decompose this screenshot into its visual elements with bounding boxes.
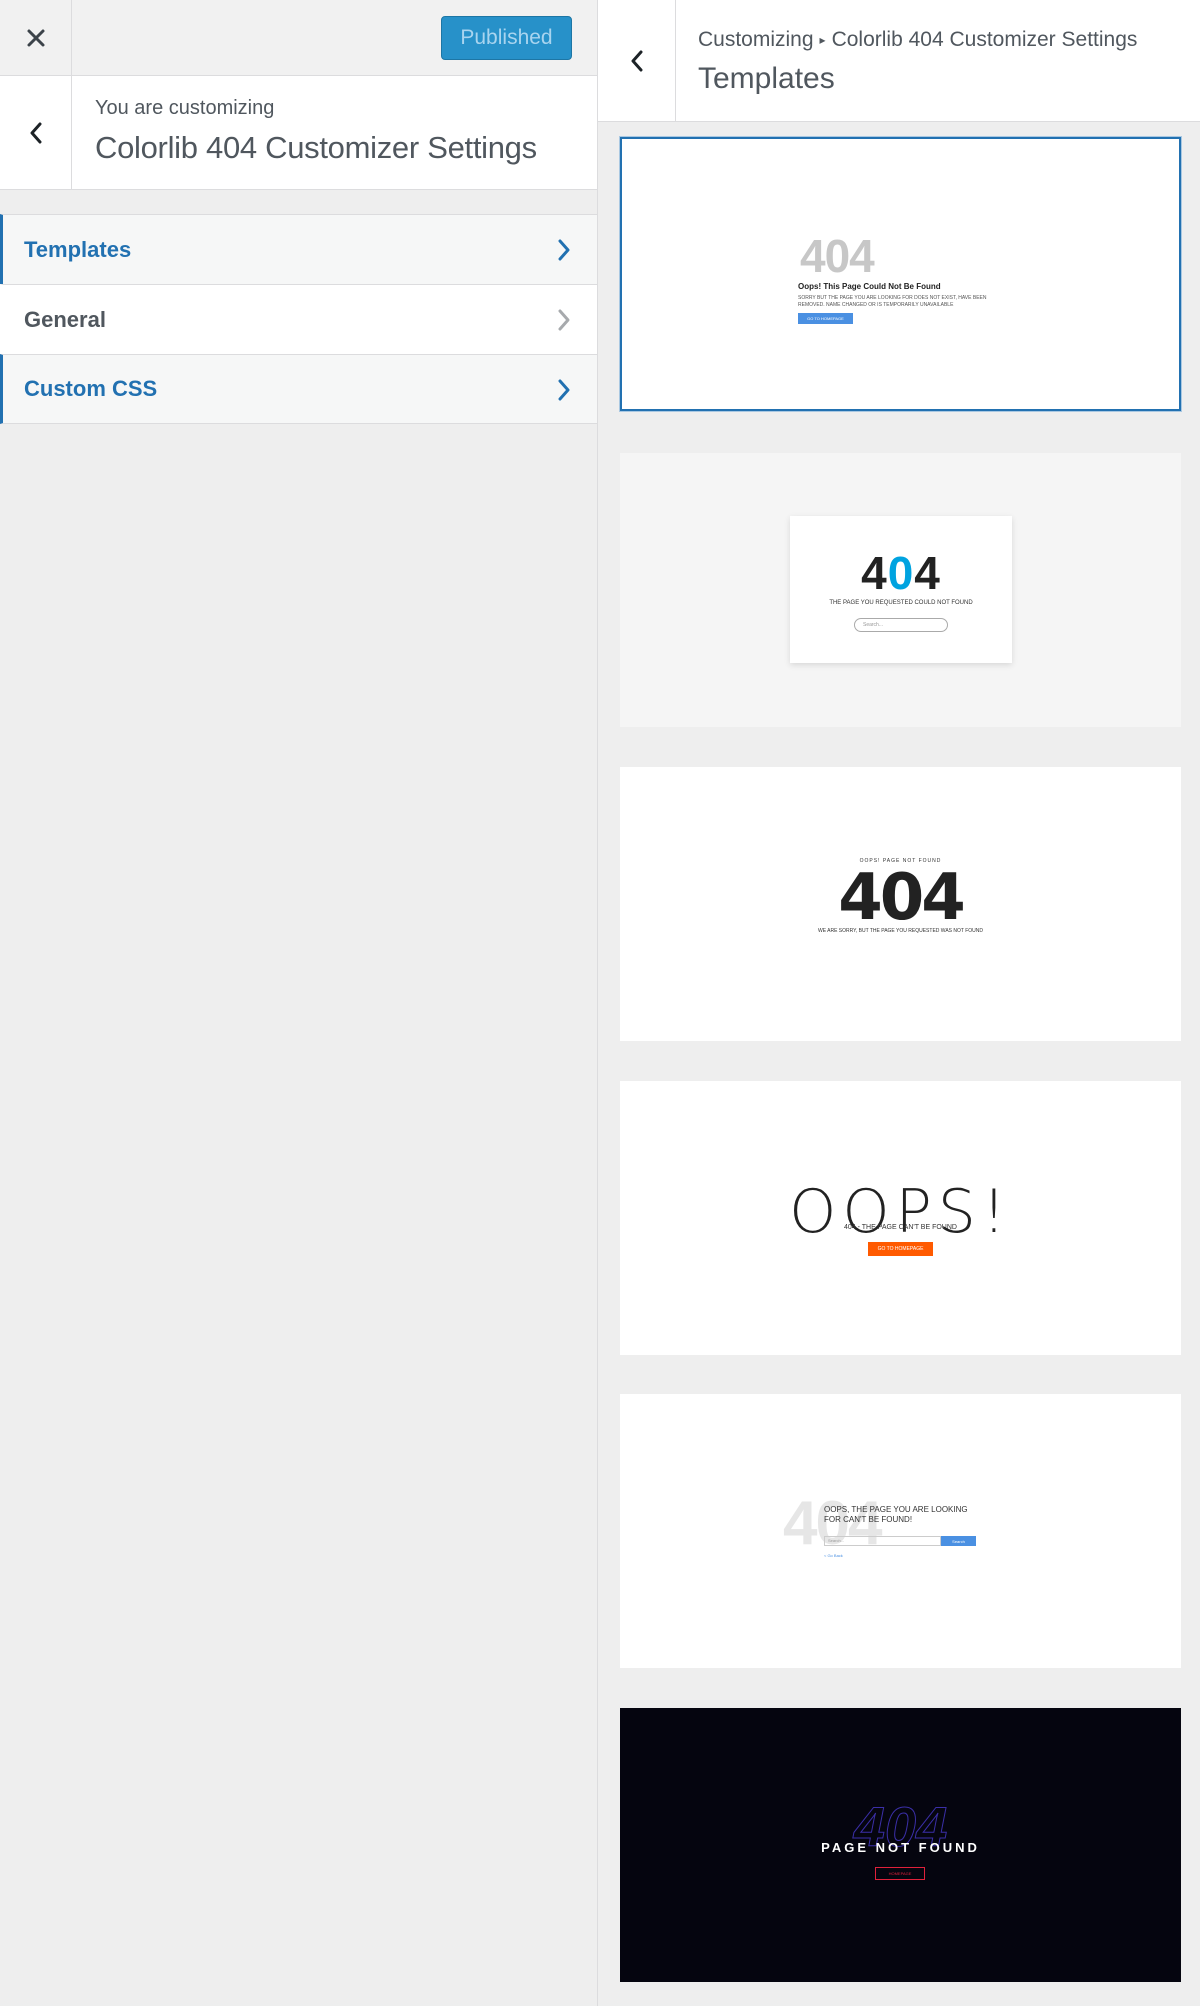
breadcrumb-separator: ▸: [819, 33, 826, 47]
breadcrumb: Customizing ▸ Colorlib 404 Customizer Sett…: [698, 28, 1137, 52]
template-link: < Go Back: [824, 1553, 843, 1558]
template-404-code: 404: [838, 861, 966, 935]
menu-item-label: General: [24, 306, 106, 332]
customizer-header-bar: Published: [0, 0, 597, 76]
close-icon: [27, 29, 44, 47]
section-title: Templates: [698, 62, 835, 95]
template-thumbnail-5[interactable]: 404 OOPS, THE PAGE YOU ARE LOOKING FOR C…: [620, 1394, 1181, 1668]
template-button: HOMEPAGE: [875, 1867, 925, 1880]
template-button: GO TO HOMEPAGE: [798, 313, 853, 324]
chevron-right-icon: [558, 309, 570, 331]
breadcrumb-current: Colorlib 404 Customizer Settings: [831, 28, 1138, 51]
template-button: GO TO HOMEPAGE: [868, 1242, 933, 1256]
menu-item-label: Templates: [24, 236, 132, 262]
template-heading: Oops! This Page Could Not Be Found: [798, 282, 941, 291]
menu-item-templates[interactable]: Templates: [0, 214, 597, 284]
template-heading: OOPS, THE PAGE YOU ARE LOOKING FOR CAN'T…: [824, 1505, 968, 1524]
panel-header: You are customizing Colorlib 404 Customi…: [0, 76, 597, 190]
back-button[interactable]: [0, 76, 72, 189]
template-heading: OOPS!: [789, 1177, 1012, 1247]
chevron-left-icon: [631, 50, 642, 71]
template-text: THE PAGE YOU REQUESTED COULD NOT FOUND: [829, 600, 973, 606]
templates-panel: Customizing ▸ Colorlib 404 Customizer Sett…: [597, 0, 1200, 2006]
template-404-code: 404: [800, 230, 875, 282]
template-thumbnail-6[interactable]: 404 PAGE NOT FOUND HOMEPAGE: [620, 1708, 1181, 1982]
template-404-code: 404: [861, 547, 941, 599]
template-search: Search...: [824, 1536, 941, 1546]
template-card: 404 THE PAGE YOU REQUESTED COULD NOT FOU…: [790, 516, 1012, 663]
template-thumbnail-4[interactable]: OOPS! 404 - THE PAGE CAN'T BE FOUND GO T…: [620, 1081, 1181, 1355]
menu-item-custom-css[interactable]: Custom CSS: [0, 354, 597, 424]
template-thumbnail-2[interactable]: 404 THE PAGE YOU REQUESTED COULD NOT FOU…: [620, 453, 1181, 727]
chevron-right-icon: [558, 239, 570, 261]
templates-back-button[interactable]: [598, 0, 676, 121]
template-search: Search...: [854, 618, 948, 632]
chevron-left-icon: [30, 122, 41, 143]
template-sub: 404 - THE PAGE CAN'T BE FOUND: [844, 1224, 957, 1231]
published-button[interactable]: Published: [441, 16, 572, 60]
customizing-label: You are customizing: [95, 97, 275, 119]
template-thumbnail-3[interactable]: OOPS! PAGE NOT FOUND 404 WE ARE SORRY, B…: [620, 767, 1181, 1041]
templates-header: Customizing ▸ Colorlib 404 Customizer Sett…: [598, 0, 1200, 122]
template-text: WE ARE SORRY, BUT THE PAGE YOU REQUESTED…: [817, 928, 984, 934]
template-text: PAGE NOT FOUND: [821, 1840, 980, 1855]
chevron-right-icon: [558, 379, 570, 401]
section-menu: Templates General Custom CSS: [0, 214, 597, 424]
panel-title: Colorlib 404 Customizer Settings: [95, 130, 537, 165]
breadcrumb-root: Customizing: [698, 28, 814, 51]
menu-item-label: Custom CSS: [24, 376, 158, 401]
template-thumbnail-1[interactable]: 404 Oops! This Page Could Not Be Found S…: [620, 137, 1181, 411]
menu-item-general[interactable]: General: [0, 284, 597, 354]
customizer-sidebar: Published You are customizing Colorlib 4…: [0, 0, 597, 2006]
template-body: SORRY BUT THE PAGE YOU ARE LOOKING FOR D…: [798, 295, 987, 308]
template-button: Search: [941, 1536, 976, 1546]
close-customizer-button[interactable]: [0, 0, 72, 76]
